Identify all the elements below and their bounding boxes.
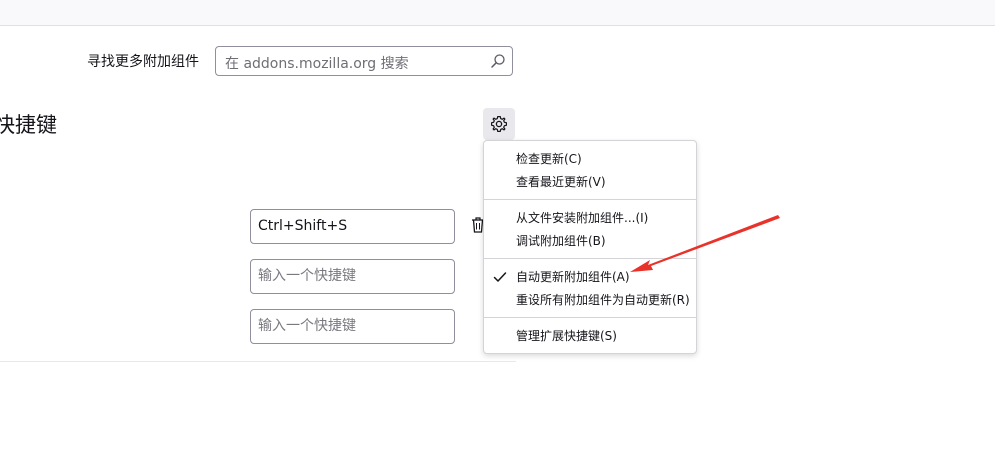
menu-separator	[484, 199, 696, 200]
menu-item-auto-update[interactable]: 自动更新附加组件(A)	[516, 269, 630, 285]
menu-separator	[484, 258, 696, 259]
gear-icon	[491, 116, 507, 132]
top-bar	[0, 0, 995, 26]
shortcut-input-1[interactable]: Ctrl+Shift+S	[250, 209, 455, 244]
search-icon	[491, 54, 505, 68]
menu-item-view-recent-updates[interactable]: 查看最近更新(V)	[516, 174, 606, 190]
tools-menu-button[interactable]	[483, 108, 515, 140]
page-title: 快捷键	[0, 113, 57, 137]
menu-item-reset-auto-update[interactable]: 重设所有附加组件为自动更新(R)	[516, 292, 690, 308]
checkmark-icon	[493, 272, 507, 282]
shortcut-input-3[interactable]: 输入一个快捷键	[250, 309, 455, 344]
menu-item-check-updates[interactable]: 检查更新(C)	[516, 151, 582, 167]
tools-dropdown-menu: 检查更新(C) 查看最近更新(V) 从文件安装附加组件...(I) 调试附加组件…	[483, 140, 697, 354]
addons-search-input[interactable]: 在 addons.mozilla.org 搜索	[215, 46, 513, 76]
find-more-addons-label: 寻找更多附加组件	[87, 54, 199, 70]
menu-item-manage-shortcuts[interactable]: 管理扩展快捷键(S)	[516, 328, 617, 344]
menu-item-install-from-file[interactable]: 从文件安装附加组件...(I)	[516, 210, 648, 226]
search-placeholder: 在 addons.mozilla.org 搜索	[225, 56, 409, 72]
shortcut-input-2[interactable]: 输入一个快捷键	[250, 259, 455, 294]
menu-separator	[484, 317, 696, 318]
menu-item-debug-addons[interactable]: 调试附加组件(B)	[516, 233, 606, 249]
card-divider	[0, 361, 516, 362]
